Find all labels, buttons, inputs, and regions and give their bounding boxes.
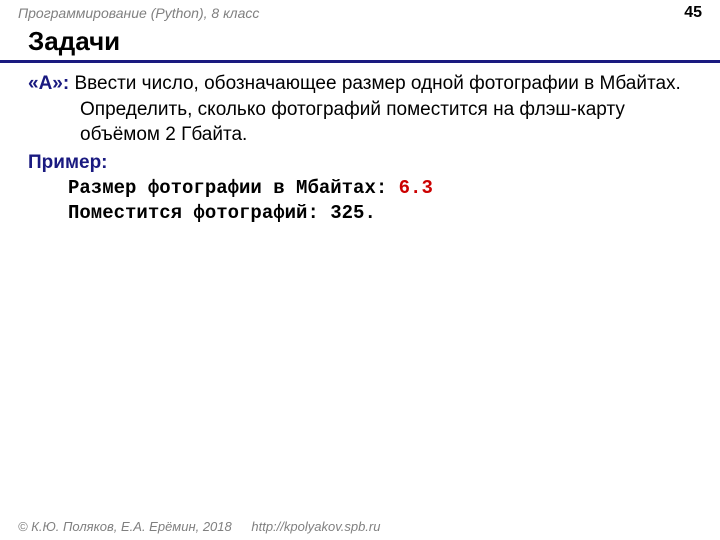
footer-url: http://kpolyakov.spb.ru [251, 519, 380, 534]
example-line-1: Размер фотографии в Мбайтах: 6.3 [28, 176, 692, 202]
example-line-2: Поместится фотографий: 325. [28, 201, 692, 227]
task-text: Ввести число, обозначающее размер одной … [74, 73, 680, 145]
slide-header: Программирование (Python), 8 класс 45 [0, 0, 720, 24]
task-block: «A»: Ввести число, обозначающее размер о… [40, 71, 692, 148]
slide-footer: © К.Ю. Поляков, Е.А. Ерёмин, 2018 http:/… [18, 519, 380, 534]
page-number: 45 [684, 4, 702, 22]
course-name: Программирование (Python), 8 класс [18, 5, 259, 21]
example-prompt-1: Размер фотографии в Мбайтах: [68, 177, 399, 199]
task-label: «A»: [28, 73, 69, 94]
slide-title: Задачи [0, 24, 720, 63]
slide-content: «A»: Ввести число, обозначающее размер о… [0, 71, 720, 227]
example-label: Пример: [28, 150, 692, 176]
copyright-text: © К.Ю. Поляков, Е.А. Ерёмин, 2018 [18, 519, 232, 534]
example-value-1: 6.3 [399, 177, 433, 199]
